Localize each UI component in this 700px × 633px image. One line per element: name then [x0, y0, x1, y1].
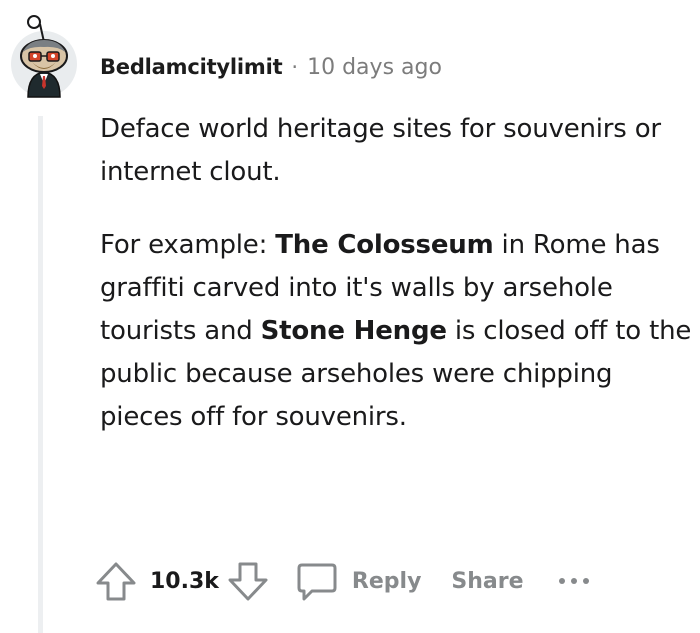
action-bar: 10.3k Reply Share	[94, 556, 592, 606]
timestamp[interactable]: 10 days ago	[307, 55, 442, 80]
share-button[interactable]: Share	[451, 569, 523, 594]
separator: ·	[291, 55, 299, 79]
thread-line[interactable]	[38, 116, 43, 633]
reply-button[interactable]: Reply	[294, 559, 422, 603]
ellipsis-icon[interactable]	[556, 575, 592, 587]
avatar[interactable]	[8, 14, 80, 98]
speech-bubble-icon	[294, 559, 338, 603]
comment-header: Bedlamcitylimit · 10 days ago	[100, 50, 442, 84]
vote-count: 10.3k	[150, 568, 219, 594]
paragraph-2-text: For example:	[100, 230, 276, 260]
comment-body: Deface world heritage sites for souvenir…	[100, 108, 696, 439]
snoo-avatar-icon	[11, 15, 77, 98]
bold-stone-henge: Stone Henge	[260, 316, 447, 346]
arrow-up-icon[interactable]	[94, 559, 138, 603]
username[interactable]: Bedlamcitylimit	[100, 55, 283, 79]
reply-label: Reply	[351, 568, 422, 594]
arrow-down-icon[interactable]	[226, 559, 270, 603]
bold-colosseum: The Colosseum	[275, 230, 494, 260]
comment: Bedlamcitylimit · 10 days ago Deface wor…	[0, 0, 700, 633]
paragraph-1: Deface world heritage sites for souvenir…	[100, 114, 661, 187]
paragraph-2: For example: The Colosseum in Rome has g…	[100, 224, 696, 439]
